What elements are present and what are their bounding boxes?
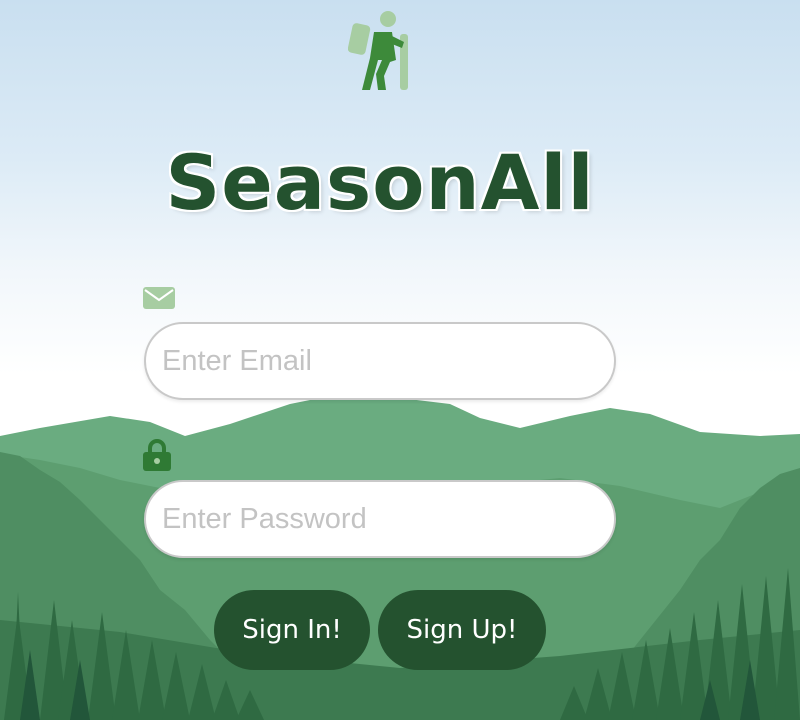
mail-icon [142, 286, 176, 310]
email-input[interactable] [144, 322, 616, 400]
password-input[interactable] [144, 480, 616, 558]
login-screen: SeasonAll Sign In! Sign Up! [0, 0, 800, 720]
sign-in-button[interactable]: Sign In! [214, 590, 370, 670]
lock-icon [142, 438, 172, 472]
hiker-icon [347, 8, 414, 92]
sign-up-button[interactable]: Sign Up! [378, 590, 546, 670]
app-title: SeasonAll [165, 138, 595, 227]
